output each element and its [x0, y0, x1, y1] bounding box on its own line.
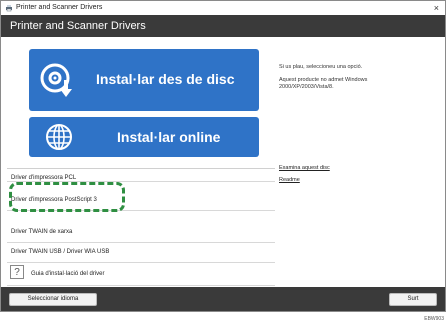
close-icon[interactable]: ×	[434, 1, 439, 15]
list-item-pcl-driver[interactable]: Driver d'impressora PCL	[7, 169, 275, 182]
install-online-label: Instal·lar online	[117, 129, 221, 145]
list-item-label: Driver TWAIN USB / Driver WIA USB	[11, 249, 110, 255]
readme-link[interactable]: Readme	[279, 177, 300, 184]
header-title: Printer and Scanner Drivers	[10, 20, 146, 32]
list-item-usb-twain-wia-driver[interactable]: Driver TWAIN USB / Driver WIA USB	[7, 243, 275, 263]
help-icon: ?	[10, 265, 24, 279]
installer-window: Printer and Scanner Drivers × Printer an…	[0, 0, 446, 312]
unsupported-os-notice: Aquest producte no admet Windows 2000/XP…	[279, 77, 368, 90]
footer-bar: Seleccionar idioma Surt	[1, 287, 445, 311]
window-title: Printer and Scanner Drivers	[16, 4, 103, 11]
browse-disc-link[interactable]: Examina aquest disc	[279, 165, 330, 172]
select-language-button[interactable]: Seleccionar idioma	[9, 293, 97, 306]
exit-button[interactable]: Surt	[389, 293, 437, 306]
app-header: Printer and Scanner Drivers	[1, 15, 445, 37]
list-item-label: Driver TWAIN de xarxa	[11, 229, 73, 235]
install-from-disc-button[interactable]: Instal·lar des de disc	[29, 49, 259, 111]
info-pane: Si us plau, seleccioneu una opció. Aques…	[279, 37, 439, 287]
disc-install-icon	[40, 63, 72, 97]
options-pane: Instal·lar des de disc Instal·lar online…	[7, 37, 275, 287]
printer-icon	[6, 5, 12, 12]
list-item-label: Driver d'impressora PostScript 3	[11, 197, 97, 203]
install-online-button[interactable]: Instal·lar online	[29, 117, 259, 157]
list-gap	[7, 182, 275, 191]
globe-icon	[46, 124, 72, 150]
list-item-install-guide[interactable]: ? Guia d'instal·lació del driver	[7, 263, 275, 286]
figure-code: EBW903	[424, 316, 444, 322]
install-from-disc-label: Instal·lar des de disc	[96, 71, 235, 87]
install-guide-label: Guia d'instal·lació del driver	[31, 271, 105, 277]
driver-list: Driver d'impressora PCL Driver d'impress…	[7, 168, 275, 286]
prompt-text: Si us plau, seleccioneu una opció.	[279, 64, 363, 70]
main-content: Instal·lar des de disc Instal·lar online…	[1, 37, 445, 287]
list-item-label: Driver d'impressora PCL	[11, 175, 77, 181]
list-item-postscript-driver[interactable]: Driver d'impressora PostScript 3	[7, 191, 275, 211]
list-item-network-twain-driver[interactable]: Driver TWAIN de xarxa	[7, 223, 275, 243]
title-bar: Printer and Scanner Drivers ×	[1, 1, 445, 16]
